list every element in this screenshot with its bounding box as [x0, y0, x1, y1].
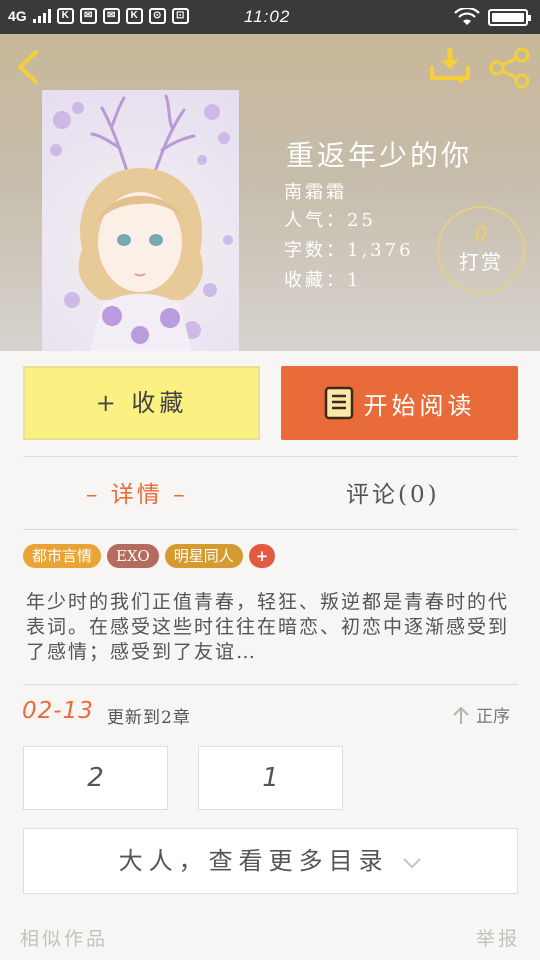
collect-button[interactable]: + 收藏 — [23, 366, 260, 440]
book-wordcount: 字数：1,376 — [284, 236, 414, 262]
book-title: 重返年少的你 — [286, 139, 473, 172]
app-icon: ⊙ — [148, 8, 166, 24]
report-button[interactable]: 举报 — [476, 924, 520, 951]
popularity-value: 25 — [347, 210, 376, 231]
mail-icon: ✉ — [102, 8, 120, 24]
reward-count: 0 — [474, 222, 488, 246]
tag-item[interactable]: EXO — [107, 544, 159, 568]
book-description[interactable]: 年少时的我们正值青春，轻狂、叛逆都是青春时的代表词。在感受这些时往往在暗恋、初恋… — [26, 590, 518, 665]
status-left: 4G K ✉ ✉ K ⊙ ⊡ — [8, 8, 189, 24]
arrow-up-icon — [453, 706, 469, 724]
book-header: 重返年少的你 南霜霜 人气：25 字数：1,376 收藏：1 0 打赏 — [0, 34, 540, 351]
book-icon — [324, 386, 353, 420]
book-popularity: 人气：25 — [284, 206, 376, 232]
wordcount-label: 字数： — [284, 240, 347, 261]
start-reading-label: 开始阅读 — [363, 391, 476, 420]
update-date: 02-13 — [22, 698, 94, 724]
wordcount-value: 1,376 — [347, 240, 414, 261]
similar-works-heading: 相似作品 — [20, 928, 109, 950]
favorites-label: 收藏： — [284, 270, 347, 291]
notification-icon: K — [56, 8, 74, 24]
divider — [23, 529, 518, 530]
chevron-down-icon — [403, 857, 422, 868]
wifi-icon — [454, 8, 480, 25]
cover-illustration — [50, 94, 233, 351]
screenshot-icon: ⊡ — [171, 8, 189, 24]
tag-list: 都市言情 EXO 明星同人 + — [23, 544, 276, 568]
book-favorites: 收藏：1 — [284, 266, 361, 292]
notification-icon: K — [125, 8, 143, 24]
update-status: 更新到2章 — [107, 708, 191, 728]
tag-item[interactable]: 明星同人 — [164, 544, 243, 568]
tag-item[interactable]: 都市言情 — [23, 544, 102, 568]
divider — [23, 684, 518, 685]
tab-detail[interactable]: – 详情 – — [86, 475, 188, 509]
tab-comments[interactable]: 评论(0) — [346, 475, 440, 509]
reward-label: 打赏 — [459, 250, 503, 274]
chapter-item[interactable]: 2 — [23, 746, 168, 810]
start-reading-button[interactable]: 开始阅读 — [281, 366, 518, 440]
more-catalog-label: 大人，查看更多目录 — [118, 847, 389, 875]
status-right — [454, 8, 531, 26]
add-tag-button[interactable]: + — [248, 544, 276, 568]
book-cover[interactable] — [42, 90, 239, 351]
sort-order-label: 正序 — [476, 707, 510, 727]
signal-icon — [32, 9, 51, 23]
chapter-item[interactable]: 1 — [198, 746, 343, 810]
download-icon[interactable] — [428, 46, 472, 86]
back-arrow-icon[interactable] — [8, 46, 50, 88]
status-bar: 4G K ✉ ✉ K ⊙ ⊡ 11:02 — [0, 0, 540, 34]
popularity-label: 人气： — [284, 210, 347, 231]
book-author[interactable]: 南霜霜 — [284, 178, 347, 204]
favorites-value: 1 — [347, 270, 362, 291]
share-icon[interactable] — [488, 46, 532, 90]
mail-icon: ✉ — [79, 8, 97, 24]
reward-button[interactable]: 0 打赏 — [437, 206, 525, 294]
more-catalog-button[interactable]: 大人，查看更多目录 — [23, 828, 518, 894]
clock: 11:02 — [244, 7, 291, 26]
divider — [23, 456, 518, 457]
sort-order-button[interactable]: 正序 — [452, 702, 510, 727]
battery-icon — [488, 8, 531, 26]
network-type: 4G — [8, 8, 27, 24]
